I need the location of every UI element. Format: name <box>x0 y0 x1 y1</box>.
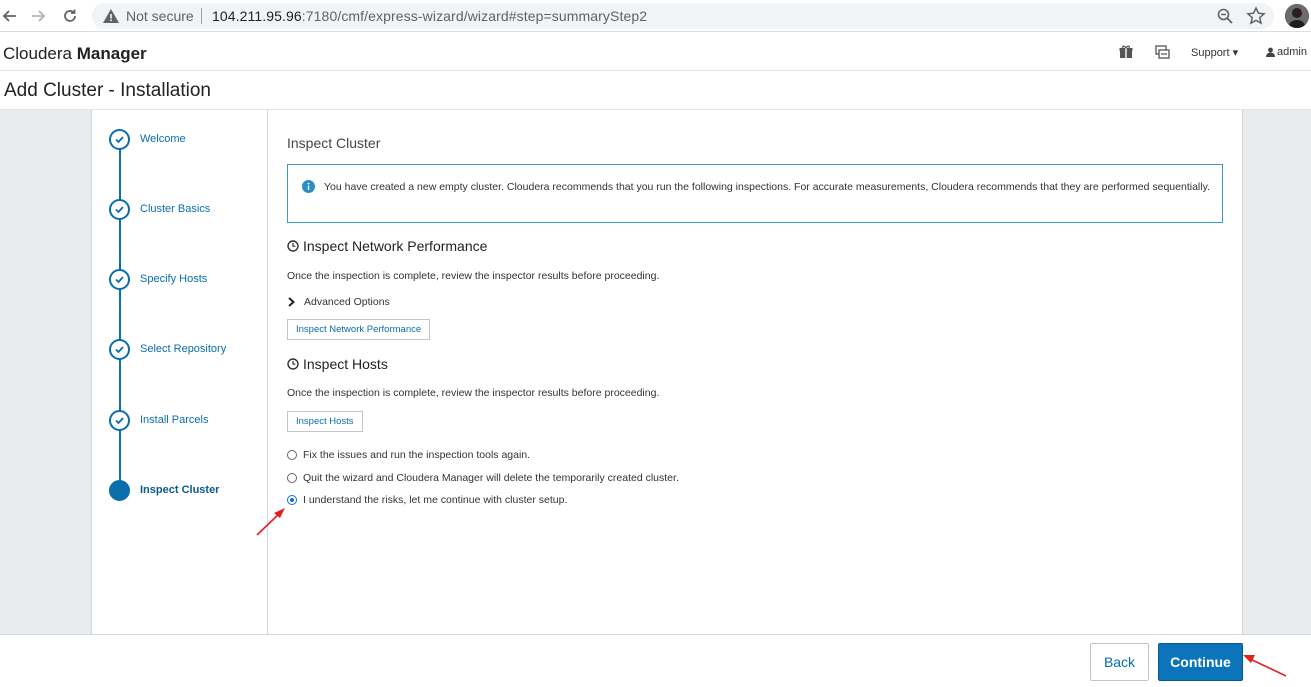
network-heading: Inspect Network Performance <box>287 238 487 254</box>
hosts-heading-text: Inspect Hosts <box>303 356 388 372</box>
url-divider <box>201 8 202 24</box>
annotation-arrow-icon <box>1243 655 1287 677</box>
steps-connector-line <box>119 140 121 492</box>
back-button[interactable]: Back <box>1090 643 1149 681</box>
step-label: Specify Hosts <box>140 273 208 285</box>
address-bar[interactable]: Not secure 104.211.95.96:7180/cmf/expres… <box>92 3 1274 29</box>
brand-logo[interactable]: Cloudera Manager <box>3 44 147 64</box>
option-label: Quit the wizard and Cloudera Manager wil… <box>303 472 679 484</box>
brand-name-light: Cloudera <box>3 44 72 63</box>
check-icon <box>109 269 130 290</box>
app-header: Cloudera Manager Support ▾ admin <box>0 33 1311 71</box>
active-step-dot-icon <box>109 480 130 501</box>
network-description: Once the inspection is complete, review … <box>287 270 660 282</box>
info-text: You have created a new empty cluster. Cl… <box>324 181 1210 193</box>
option-quit-wizard[interactable]: Quit the wizard and Cloudera Manager wil… <box>287 472 679 484</box>
advanced-options-label: Advanced Options <box>304 296 390 308</box>
browser-toolbar: Not secure 104.211.95.96:7180/cmf/expres… <box>0 0 1311 32</box>
section-title: Inspect Cluster <box>287 135 381 151</box>
radio-button-checked[interactable] <box>287 495 297 505</box>
security-label: Not secure <box>126 8 194 24</box>
page-title: Add Cluster - Installation <box>4 80 211 101</box>
option-label: Fix the issues and run the inspection to… <box>303 449 531 461</box>
step-label: Install Parcels <box>140 414 209 426</box>
page-title-bar: Add Cluster - Installation <box>0 72 1311 110</box>
profile-avatar[interactable] <box>1285 4 1309 28</box>
brand-name-bold: Manager <box>76 44 147 63</box>
url-text[interactable]: 104.211.95.96:7180/cmf/express-wizard/wi… <box>212 8 647 24</box>
step-select-repository[interactable]: Select Repository <box>109 339 269 361</box>
support-label: Support <box>1191 47 1230 59</box>
option-continue-setup[interactable]: I understand the risks, let me continue … <box>287 494 567 506</box>
radio-button[interactable] <box>287 473 297 483</box>
network-heading-text: Inspect Network Performance <box>303 238 488 254</box>
inspect-network-button[interactable]: Inspect Network Performance <box>287 319 431 340</box>
check-icon <box>109 410 130 431</box>
chevron-right-icon <box>288 297 296 307</box>
step-specify-hosts[interactable]: Specify Hosts <box>109 269 269 291</box>
option-fix-issues[interactable]: Fix the issues and run the inspection to… <box>287 449 530 461</box>
inspect-hosts-button[interactable]: Inspect Hosts <box>287 411 363 432</box>
radio-button[interactable] <box>287 450 297 460</box>
clock-icon <box>287 240 299 252</box>
advanced-options-toggle[interactable]: Advanced Options <box>287 296 390 308</box>
info-icon <box>302 180 315 193</box>
annotation-arrow-icon <box>256 508 285 536</box>
forward-arrow-icon[interactable] <box>28 6 48 26</box>
step-label: Welcome <box>140 133 186 145</box>
step-label: Cluster Basics <box>140 203 211 215</box>
info-alert: You have created a new empty cluster. Cl… <box>287 164 1223 223</box>
caret-down-icon: ▾ <box>1232 47 1239 59</box>
zoom-icon[interactable] <box>1216 7 1234 25</box>
user-icon <box>1266 47 1275 57</box>
warning-icon <box>103 9 119 23</box>
hosts-description: Once the inspection is complete, review … <box>287 387 660 399</box>
step-label: Select Repository <box>140 343 227 355</box>
url-path: :7180/cmf/express-wizard/wizard#step=sum… <box>301 8 648 24</box>
bookmark-star-icon[interactable] <box>1246 6 1266 26</box>
step-inspect-cluster[interactable]: Inspect Cluster <box>109 480 269 502</box>
support-menu[interactable]: Support ▾ <box>1191 46 1238 59</box>
step-cluster-basics[interactable]: Cluster Basics <box>109 199 269 221</box>
url-host: 104.211.95.96 <box>212 8 302 24</box>
step-label: Inspect Cluster <box>140 484 220 496</box>
user-menu[interactable]: admin <box>1277 46 1307 58</box>
gift-icon[interactable] <box>1119 45 1133 59</box>
step-welcome[interactable]: Welcome <box>109 129 269 151</box>
check-icon <box>109 199 130 220</box>
step-install-parcels[interactable]: Install Parcels <box>109 410 269 432</box>
tasks-icon[interactable] <box>1155 45 1170 59</box>
reload-icon[interactable] <box>60 6 80 26</box>
check-icon <box>109 339 130 360</box>
continue-button[interactable]: Continue <box>1158 643 1243 681</box>
check-icon <box>109 129 130 150</box>
back-arrow-icon[interactable] <box>0 6 20 26</box>
hosts-heading: Inspect Hosts <box>287 356 388 372</box>
option-label: I understand the risks, let me continue … <box>303 494 568 506</box>
clock-icon <box>287 358 299 370</box>
